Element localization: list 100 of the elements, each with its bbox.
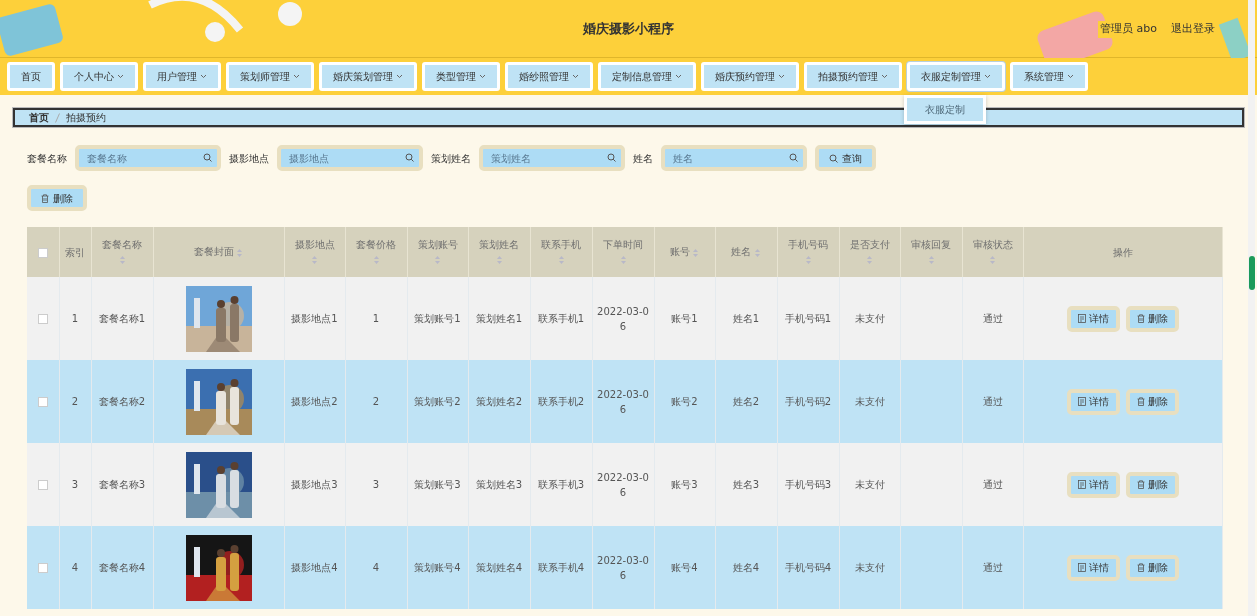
table-cell: 摄影地点4 [291,562,338,573]
nav-button[interactable]: 系统管理 [1010,62,1088,91]
trash-icon [41,193,49,203]
table-cell: 3 [71,479,79,490]
detail-button[interactable]: 详情 [1066,305,1120,332]
detail-button[interactable]: 详情 [1066,471,1120,498]
table-cell: 手机号码4 [784,562,832,573]
delete-button[interactable]: 删除 [1125,554,1179,581]
sort-icon [927,255,935,265]
table-cell: 2022-03-06 [597,554,649,581]
table-cell: 策划姓名4 [475,562,523,573]
table-cell: 姓名3 [732,479,760,490]
table-cell: 摄影地点3 [291,479,338,490]
filter-label: 摄影地点 [229,151,269,166]
column-header: 操作 [1112,246,1133,258]
row-checkbox[interactable] [37,314,48,324]
search-field[interactable]: 摄影地点 [277,145,423,171]
nav-button[interactable]: 婚庆策划管理 [319,62,417,91]
search-icon [203,153,212,162]
sort-icon [989,255,996,265]
column-header: 套餐名称 [102,239,142,250]
table-cell: 联系手机2 [537,396,585,407]
table-cell: 2022-03-06 [597,471,649,498]
column-header: 审核状态 [972,239,1013,250]
column-header: 手机号码 [788,239,828,250]
trash-icon [1136,480,1145,489]
sort-icon [692,247,700,258]
column-header: 是否支付 [849,239,890,250]
document-icon [1077,563,1086,572]
sort-icon [619,255,627,265]
table-cell: 未支付 [854,396,885,407]
table-cell: 2022-03-06 [597,388,649,415]
table-cell: 手机号码3 [784,479,832,490]
table-cell: 套餐名称3 [98,479,146,490]
table-cell: 策划姓名2 [475,396,523,407]
table-cell: 姓名4 [732,562,760,573]
table-cell: 手机号码2 [784,396,832,407]
column-header: 账号 [669,246,690,258]
nav-button[interactable]: 婚庆预约管理 [701,62,799,91]
table-cell: 1 [372,313,380,324]
row-checkbox[interactable] [37,563,48,573]
delete-button[interactable]: 删除 [1125,305,1179,332]
column-header: 联系手机 [541,239,581,250]
table-cell: 套餐名称1 [98,313,146,324]
column-header: 摄影地点 [294,239,335,250]
nav-button[interactable]: 定制信息管理 [598,62,696,91]
chevron-down-icon [479,74,486,79]
table-cell: 未支付 [854,313,885,324]
nav-button[interactable]: 策划师管理 [226,62,314,91]
breadcrumb-item[interactable]: 首页 [29,110,49,125]
table-cell: 摄影地点1 [291,313,338,324]
table-cell: 未支付 [854,562,885,573]
table-cell: 1 [71,313,79,324]
chevron-down-icon [572,74,579,79]
sort-icon [434,255,441,265]
chevron-down-icon [675,74,682,79]
table-cell: 摄影地点2 [291,396,338,407]
nav-button[interactable]: 类型管理 [422,62,500,91]
nav-button[interactable]: 个人中心 [60,62,138,91]
column-header: 姓名 [731,246,752,258]
table-cell: 账号4 [671,562,698,573]
table-cell: 套餐名称4 [98,562,146,573]
search-icon [405,153,414,162]
select-all-checkbox[interactable] [37,247,48,258]
nav-button[interactable]: 衣服定制管理 [907,62,1005,91]
chevron-down-icon [881,74,888,79]
detail-button[interactable]: 详情 [1066,554,1120,581]
table-cell: 2022-03-06 [597,305,649,332]
delete-button[interactable]: 删除 [27,185,87,211]
filter-label: 策划姓名 [431,151,471,166]
column-header: 策划账号 [417,239,458,250]
table-cell: 通过 [982,479,1003,490]
document-icon [1077,314,1086,323]
menu-item[interactable]: 衣服定制 [907,98,983,121]
search-button[interactable]: 查询 [815,145,876,171]
table-cell: 策划账号3 [414,479,461,490]
search-field[interactable]: 策划姓名 [479,145,625,171]
delete-button[interactable]: 删除 [1125,471,1179,498]
detail-button[interactable]: 详情 [1066,388,1120,415]
nav-button[interactable]: 用户管理 [143,62,221,91]
delete-button[interactable]: 删除 [1125,388,1179,415]
nav-button[interactable]: 婚纱照管理 [505,62,593,91]
nav-button[interactable]: 拍摄预约管理 [804,62,902,91]
filter-label: 姓名 [633,151,653,166]
chevron-down-icon [117,74,124,79]
nav-button[interactable]: 首页 [7,62,55,91]
row-checkbox[interactable] [37,480,48,490]
search-icon [789,153,798,162]
chevron-down-icon [396,74,403,79]
search-field[interactable]: 套餐名称 [75,145,221,171]
column-header: 索引 [65,246,85,258]
table-cell: 账号1 [671,313,698,324]
sort-icon [236,247,244,258]
search-field[interactable]: 姓名 [661,145,807,171]
table-cell: 策划账号2 [414,396,461,407]
chevron-down-icon [984,74,991,79]
row-checkbox[interactable] [37,397,48,407]
chevron-down-icon [1067,74,1074,79]
scrollbar-thumb[interactable] [1249,256,1255,290]
table-cell: 姓名1 [732,313,760,324]
